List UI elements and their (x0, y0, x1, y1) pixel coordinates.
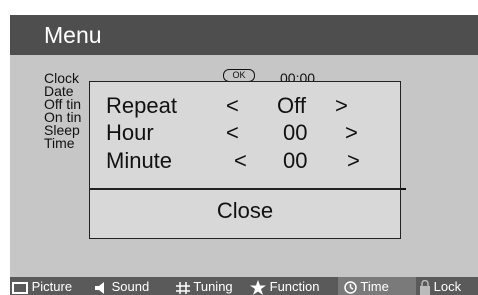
menu-item-time[interactable]: Time (44, 136, 75, 150)
tab-function-label: Function (269, 279, 320, 294)
clock-icon (344, 281, 357, 294)
repeat-value: Off (277, 93, 306, 118)
star-icon (250, 280, 266, 295)
tab-picture[interactable]: Picture (12, 277, 72, 295)
tab-function[interactable]: Function (250, 277, 320, 295)
tab-picture-label: Picture (31, 279, 73, 294)
repeat-label: Repeat (106, 93, 177, 118)
tab-tuning-label: Tuning (193, 279, 233, 294)
minute-value: 00 (283, 148, 308, 173)
minute-label: Minute (106, 148, 173, 173)
dialog-row-minute[interactable]: Minute < 00 > (90, 148, 400, 174)
hour-value: 00 (283, 120, 308, 145)
repeat-time-dialog: Repeat < Off > Hour < 00 > Minute < 00 >… (89, 81, 401, 239)
tab-time[interactable]: Time (338, 277, 416, 295)
picture-icon (12, 281, 28, 294)
tab-sound-label: Sound (111, 279, 150, 294)
close-button[interactable]: Close (90, 198, 400, 224)
tab-time-label: Time (360, 279, 389, 294)
hour-left-arrow[interactable]: < (226, 120, 239, 146)
menu-header: Menu (10, 15, 478, 55)
repeat-right-arrow[interactable]: > (335, 93, 348, 119)
hour-label: Hour (106, 120, 154, 145)
menu-title: Menu (44, 22, 102, 48)
minute-right-arrow[interactable]: > (347, 148, 360, 174)
tab-lock[interactable]: Lock (420, 277, 461, 295)
bottom-tab-bar: Picture Sound Tuning Function Time Lock (10, 277, 478, 295)
tab-tuning[interactable]: Tuning (176, 277, 233, 295)
lock-icon (420, 280, 430, 295)
minute-left-arrow[interactable]: < (234, 148, 247, 174)
grid-icon (176, 281, 190, 294)
speaker-icon (94, 281, 108, 294)
dialog-divider (90, 188, 400, 190)
dialog-row-hour[interactable]: Hour < 00 > (90, 120, 400, 146)
repeat-left-arrow[interactable]: < (226, 93, 239, 119)
osd-screen: Menu Clock Date Off tin On tin Sleep Tim… (10, 15, 478, 295)
dialog-row-repeat[interactable]: Repeat < Off > (90, 93, 400, 119)
tab-lock-label: Lock (433, 279, 462, 294)
tab-sound[interactable]: Sound (94, 277, 149, 295)
hour-right-arrow[interactable]: > (345, 120, 358, 146)
